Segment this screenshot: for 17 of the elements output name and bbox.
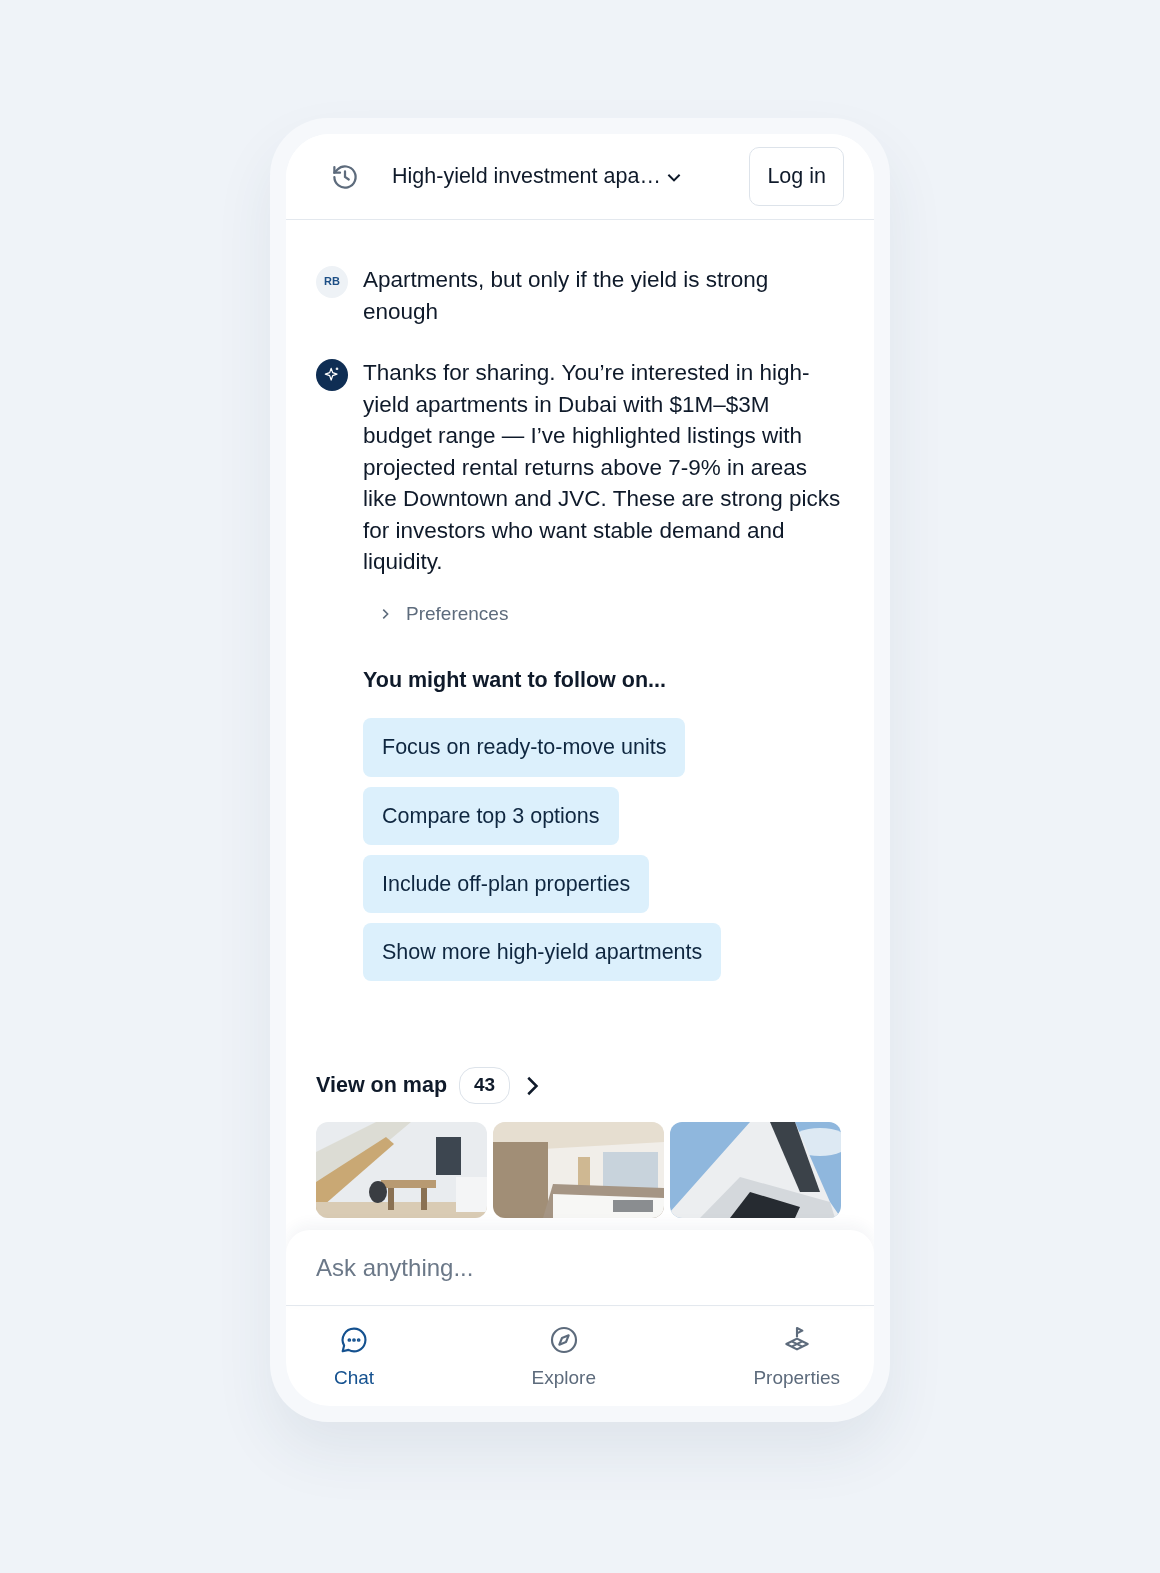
count-badge: 43 <box>459 1067 511 1104</box>
suggestion-chip[interactable]: Focus on ready-to-move units <box>363 718 686 777</box>
map-link[interactable]: View on map <box>316 1069 448 1102</box>
suggestion-chip[interactable]: Show more high-yield apartments <box>363 923 722 982</box>
user-avatar: RB <box>316 266 348 298</box>
chat-tab[interactable]: Chat <box>334 1306 375 1406</box>
suggestion-chip[interactable]: Include off-plan properties <box>363 854 650 913</box>
properties-tab[interactable]: Properties <box>753 1306 840 1406</box>
message-text: Apartments, but only if the yield is strong enough <box>363 266 770 326</box>
explore-tab[interactable]: Explore <box>531 1306 596 1406</box>
ask-input[interactable]: Ask anything... <box>286 1230 874 1306</box>
preferences-toggle[interactable]: Preferences <box>378 599 509 628</box>
suggestion-chip[interactable]: Compare top 3 options <box>363 786 619 845</box>
login-button[interactable]: Log in <box>749 147 844 206</box>
section-heading: You might want to follow on... <box>363 667 667 694</box>
conversation-title[interactable]: High-yield investment apa… <box>392 160 661 193</box>
message-text: Thanks for sharing. You’re interested in high-yield apartments in Dubai with $1M–$3M budget range — I’ve highlighted listings with projected rental returns above 7-9% in areas like Downtown and JVC. These are strong picks for investors who want stable demand and liquidity. <box>363 359 841 576</box>
